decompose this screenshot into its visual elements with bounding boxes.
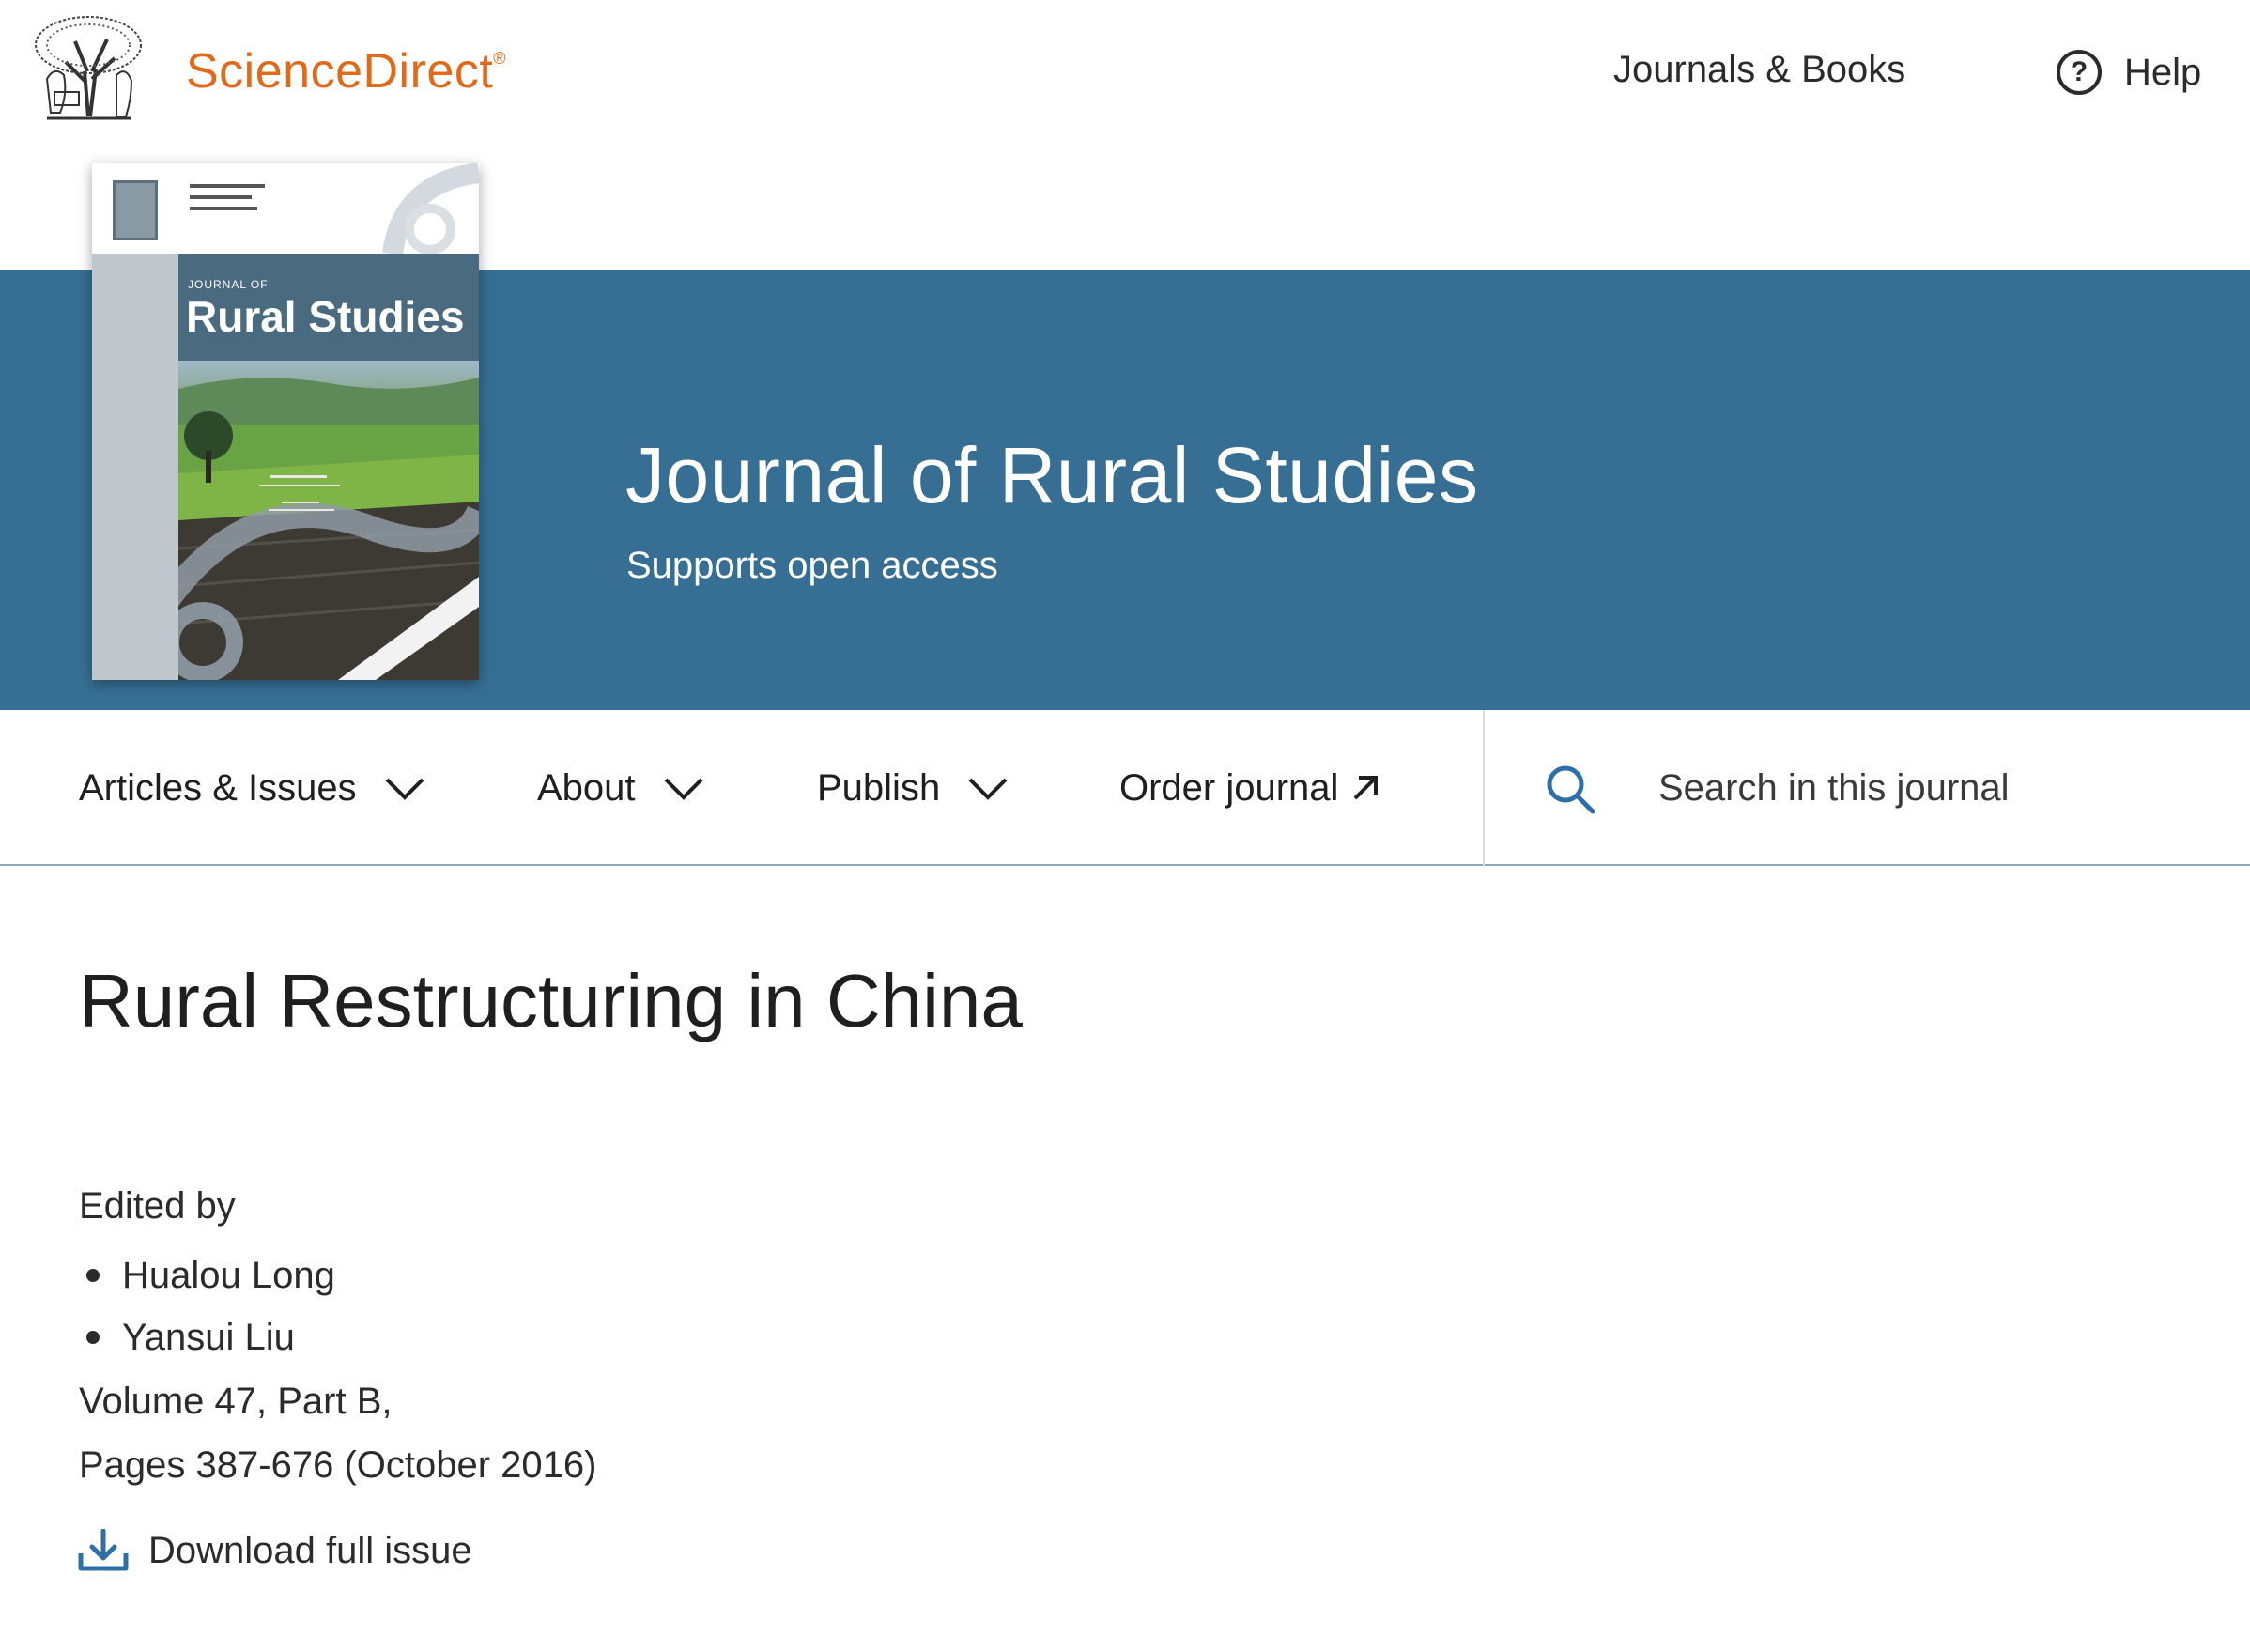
nav-order-journal[interactable]: Order journal (1119, 710, 1381, 866)
cover-landscape-photo (178, 361, 479, 680)
help-link[interactable]: ? Help (2057, 49, 2201, 96)
edited-by-label: Edited by (79, 1185, 236, 1227)
editor-name: Hualou Long (122, 1254, 335, 1296)
journal-nav-bar: Articles & Issues About Publish Order jo… (0, 710, 2250, 866)
sciencedirect-brand[interactable]: ScienceDirect® (186, 43, 506, 100)
external-link-icon (1354, 776, 1379, 800)
journal-title[interactable]: Journal of Rural Studies (625, 430, 1478, 521)
bullet-icon (86, 1331, 100, 1344)
chevron-down-icon (385, 778, 424, 800)
journal-cover-image[interactable]: JOURNAL OF Rural Studies (92, 163, 479, 680)
nav-publish-label: Publish (817, 766, 941, 809)
nav-articles-issues-label: Articles & Issues (79, 766, 357, 809)
nav-about-label: About (537, 766, 636, 809)
pages-info: Pages 387-676 (October 2016) (79, 1444, 597, 1486)
journal-search-input[interactable] (1658, 748, 2222, 828)
download-full-issue-button[interactable]: Download full issue (77, 1529, 472, 1572)
cover-small-header: JOURNAL OF (188, 278, 269, 291)
top-header: ScienceDirect® Journals & Books ? Help (0, 0, 2250, 150)
nav-publish[interactable]: Publish (817, 710, 1009, 866)
cover-publisher-logo (113, 180, 158, 240)
bullet-icon (86, 1269, 100, 1282)
nav-divider (1483, 710, 1485, 866)
nav-order-journal-label: Order journal (1119, 766, 1339, 809)
editor-item[interactable]: Yansui Liu (79, 1306, 335, 1368)
chevron-down-icon (968, 778, 1008, 800)
help-label: Help (2124, 51, 2202, 93)
editor-list: Hualou Long Yansui Liu (79, 1244, 335, 1368)
brand-name: ScienceDirect (186, 44, 494, 99)
download-full-issue-label: Download full issue (148, 1529, 472, 1571)
nav-articles-issues[interactable]: Articles & Issues (79, 710, 426, 866)
search-icon[interactable] (1544, 763, 1596, 815)
cover-title: Rural Studies (186, 292, 465, 341)
open-access-label: Supports open access (626, 545, 998, 586)
cover-header (92, 163, 479, 254)
journals-books-link[interactable]: Journals & Books (1613, 49, 1905, 91)
elsevier-tree-logo[interactable] (28, 13, 150, 124)
issue-title: Rural Restructuring in China (79, 959, 1023, 1042)
help-circle-icon: ? (2057, 50, 2102, 95)
editor-item[interactable]: Hualou Long (79, 1244, 335, 1306)
brand-registered-mark: ® (493, 49, 507, 68)
cover-swirl-decoration (382, 163, 479, 254)
cover-meta-lines (190, 180, 265, 210)
chevron-down-icon (664, 778, 702, 800)
volume-info: Volume 47, Part B, (79, 1381, 393, 1422)
nav-about[interactable]: About (537, 710, 705, 866)
download-icon (78, 1529, 129, 1571)
editor-name: Yansui Liu (122, 1316, 295, 1358)
